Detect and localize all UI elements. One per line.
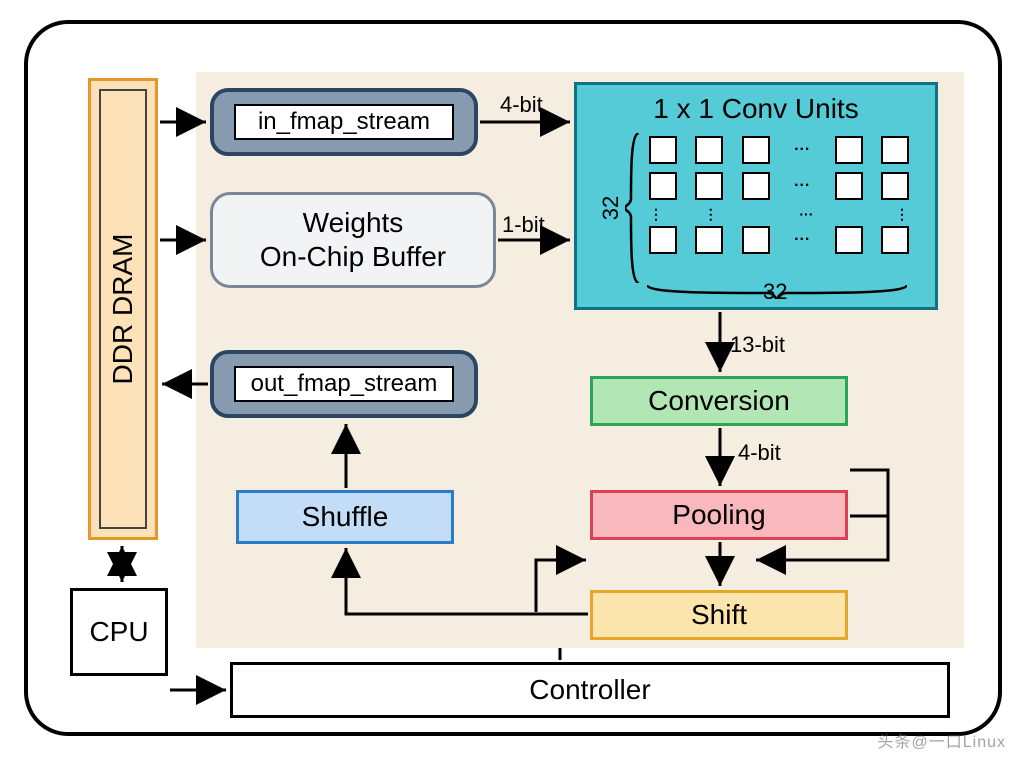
ddr-label: DDR DRAM bbox=[107, 234, 139, 385]
shuffle-label: Shuffle bbox=[302, 501, 389, 533]
ddr-dram-block: DDR DRAM bbox=[88, 78, 158, 540]
controller-block: Controller bbox=[230, 662, 950, 718]
cpu-label: CPU bbox=[89, 616, 148, 648]
edge-label-13bit: 13-bit bbox=[730, 332, 785, 358]
conversion-label: Conversion bbox=[648, 385, 790, 417]
shift-block: Shift bbox=[590, 590, 848, 640]
conv-title: 1 x 1 Conv Units bbox=[577, 93, 935, 125]
brace-left-icon bbox=[625, 133, 643, 283]
edge-label-4bit-in: 4-bit bbox=[500, 92, 543, 118]
pooling-block: Pooling bbox=[590, 490, 848, 540]
shuffle-block: Shuffle bbox=[236, 490, 454, 544]
in-fmap-stream-label: in_fmap_stream bbox=[234, 104, 454, 140]
conv-grid: ··· ··· ⋮⋮···⋮ ··· bbox=[649, 135, 909, 261]
cpu-block: CPU bbox=[70, 588, 168, 676]
edge-label-1bit: 1-bit bbox=[502, 212, 545, 238]
watermark: 头条@一口Linux bbox=[878, 728, 1007, 752]
conversion-block: Conversion bbox=[590, 376, 848, 426]
conv-dim-rows: 32 bbox=[598, 196, 624, 220]
controller-label: Controller bbox=[529, 674, 650, 706]
diagram-canvas: DDR DRAM CPU Controller in_fmap_stream o… bbox=[0, 0, 1024, 762]
weights-buffer-block: Weights On-Chip Buffer bbox=[210, 192, 496, 288]
shift-label: Shift bbox=[691, 599, 747, 631]
weights-label: Weights On-Chip Buffer bbox=[260, 206, 446, 273]
pooling-label: Pooling bbox=[672, 499, 765, 531]
out-fmap-stream-block: out_fmap_stream bbox=[210, 350, 478, 418]
in-fmap-stream-block: in_fmap_stream bbox=[210, 88, 478, 156]
conv-units-block: 1 x 1 Conv Units ··· ··· ⋮⋮···⋮ ··· 32 3… bbox=[574, 82, 938, 310]
edge-label-4bit-out: 4-bit bbox=[738, 440, 781, 466]
conv-dim-cols: 32 bbox=[763, 279, 787, 305]
out-fmap-stream-label: out_fmap_stream bbox=[234, 366, 454, 402]
